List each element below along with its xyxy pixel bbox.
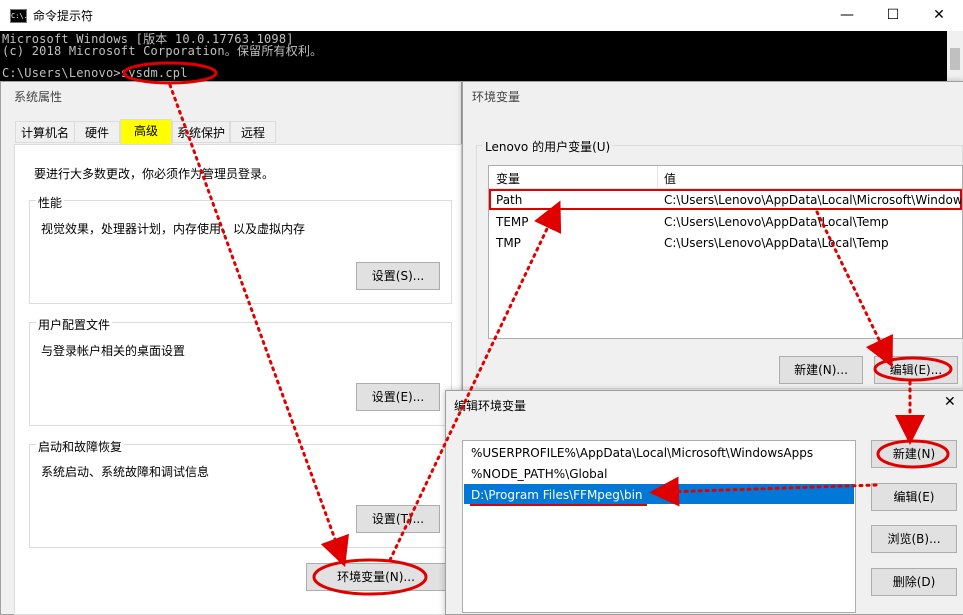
annotation-arrow [649, 476, 878, 507]
annotation-arrow [168, 83, 349, 568]
annotation-ellipse-edit-button [873, 356, 953, 382]
annotation-arrow [388, 200, 562, 562]
annotation-overlay [122, 61, 953, 596]
annotation-ellipse-new-button [876, 439, 950, 469]
annotation-ellipse-command [122, 61, 218, 85]
annotation-arrow [815, 210, 893, 368]
annotation-ellipse-env-button [312, 558, 428, 596]
